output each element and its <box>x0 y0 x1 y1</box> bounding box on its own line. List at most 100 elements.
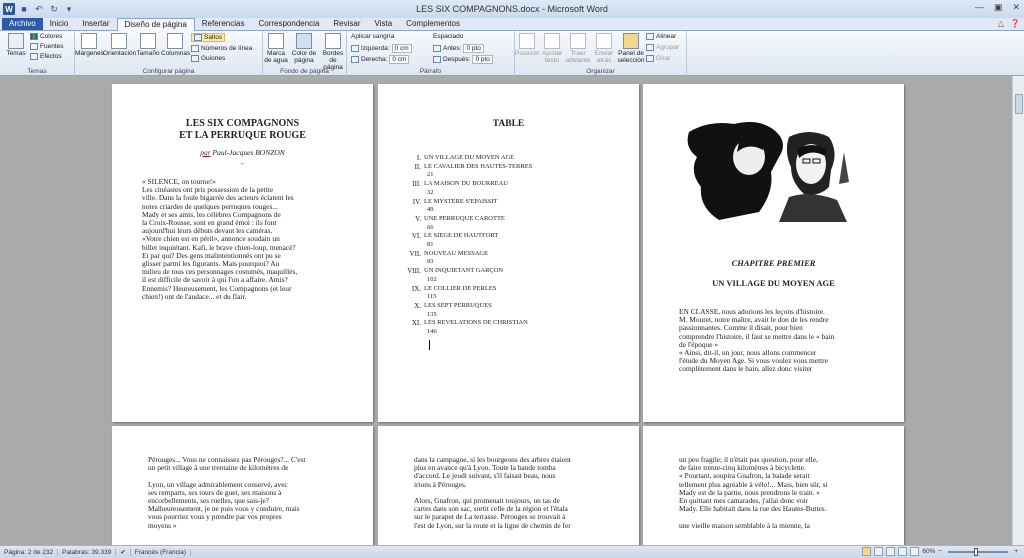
panel-de-seleccion-button[interactable]: Panel de selección <box>617 33 645 64</box>
themes-button[interactable]: Temas <box>6 33 26 57</box>
align-icon <box>646 33 654 40</box>
page-6-text: un peu fragile; il n'était pas question,… <box>679 455 869 530</box>
document-page-1[interactable]: LES SIX COMPAGNONS ET LA PERRUQUE ROUGE … <box>112 84 373 422</box>
tab-diseno-de-pagina[interactable]: Diseño de página <box>116 18 195 31</box>
document-page-4[interactable]: Pérouges... Vous ne connaissez pas Pérou… <box>112 426 373 545</box>
alinear-button[interactable]: Alinear <box>646 33 676 40</box>
tab-complementos[interactable]: Complementos <box>399 18 467 30</box>
maximize-icon[interactable]: ▣ <box>994 2 1003 13</box>
zoom-slider[interactable] <box>948 547 1009 556</box>
guiones-button[interactable]: Guiones <box>191 55 225 62</box>
efectos-button[interactable]: Efectos <box>30 53 62 60</box>
toc-number: VII. <box>409 249 421 258</box>
tab-inicio[interactable]: Inicio <box>43 18 76 30</box>
enviar-atras-button[interactable]: Enviar atrás <box>592 33 616 64</box>
zoom-slider-knob[interactable] <box>974 547 979 556</box>
toc-entry[interactable]: VI. LE SIEGE DE HAUTFORT <box>406 232 606 241</box>
ajustar-texto-button[interactable]: Ajustar texto <box>540 33 564 64</box>
document-page-5[interactable]: dans la campagne, si les bourgeons des a… <box>378 426 639 545</box>
help-icon[interactable]: ❓ <box>1010 19 1020 28</box>
view-controls: 60% − + <box>862 547 1018 556</box>
tab-referencias[interactable]: Referencias <box>195 18 252 30</box>
toc-entry[interactable]: VIII. UN INQUIETANT GARÇON <box>406 267 606 276</box>
rotate-icon <box>646 55 654 62</box>
title-bar: W ■ ↶ ↻ ▾ LES SIX COMPAGNONS.docx - Micr… <box>0 0 1024 18</box>
group-label-organizar: Organizar <box>586 68 615 75</box>
save-icon[interactable]: ■ <box>18 3 30 15</box>
book-title: LES SIX COMPAGNONS <box>185 118 300 129</box>
document-page-6[interactable]: un peu fragile; il n'était pas question,… <box>643 426 904 545</box>
girar-button[interactable]: Girar <box>646 55 670 62</box>
indent-right-input[interactable]: 0 cm <box>389 55 410 64</box>
language-indicator[interactable]: Francés (Francia) <box>131 548 192 556</box>
minimize-ribbon-icon[interactable]: △ <box>998 19 1004 28</box>
margenes-button[interactable]: Márgenes <box>75 33 104 57</box>
tab-revisar[interactable]: Revisar <box>326 18 367 30</box>
toc-entry[interactable]: XI. LES REVELATIONS DE CHRISTIAN <box>406 319 606 328</box>
numeros-de-linea-button[interactable]: Números de línea <box>191 45 252 52</box>
spacing-after-input[interactable]: 0 pto <box>472 55 493 64</box>
toc-entry[interactable]: IV. LE MYSTERE S'EPAISSIT <box>406 198 606 207</box>
close-icon[interactable]: ✕ <box>1012 2 1020 13</box>
saltos-button[interactable]: Saltos <box>191 33 226 42</box>
draft-icon[interactable] <box>910 547 920 556</box>
bordes-de-pagina-button[interactable]: Bordes de página <box>319 33 347 71</box>
full-screen-reading-icon[interactable] <box>874 547 884 556</box>
toc-entry[interactable]: VII. NOUVEAU MESSAGE <box>406 250 606 259</box>
traer-adelante-button[interactable]: Traer adelante <box>565 33 591 64</box>
document-page-3[interactable]: CHAPITRE PREMIER UN VILLAGE DU MOYEN AGE… <box>643 84 904 422</box>
group-temas: Temas Colores Fuentes Efectos Temas <box>0 31 75 76</box>
text-line: moyens » <box>148 520 177 530</box>
fuentes-button[interactable]: Fuentes <box>30 43 64 50</box>
chapter-heading: CHAPITRE PREMIER <box>731 258 816 268</box>
spacing-before-input[interactable]: 0 pto <box>463 44 484 53</box>
proofing-icon[interactable]: ✔ <box>116 548 131 556</box>
outline-icon[interactable] <box>898 547 908 556</box>
window-title: LES SIX COMPAGNONS.docx - Microsoft Word <box>416 4 608 14</box>
toc-entry[interactable]: I. UN VILLAGE DU MOYEN AGE <box>406 154 606 163</box>
document-page-2[interactable]: TABLE I. UN VILLAGE DU MOYEN AGE II. LE CAV… <box>378 84 639 422</box>
zoom-out-icon[interactable]: − <box>938 548 942 555</box>
print-layout-icon[interactable] <box>862 547 872 556</box>
toc-entry[interactable]: III. LA MAISON DU BOURREAU <box>406 180 606 189</box>
agrupar-button[interactable]: Agrupar <box>646 44 679 51</box>
toc-page-number: 32 <box>427 188 434 196</box>
tab-archivo[interactable]: Archivo <box>2 18 43 30</box>
color-de-pagina-button[interactable]: Color de página <box>290 33 318 64</box>
redo-icon[interactable]: ↻ <box>48 3 60 15</box>
marca-de-agua-button[interactable]: Marca de agua <box>263 33 289 64</box>
page-counter[interactable]: Página: 2 de 232 <box>0 548 59 556</box>
tamano-button[interactable]: Tamaño <box>136 33 160 57</box>
tab-insertar[interactable]: Insertar <box>75 18 116 30</box>
send-backward-icon <box>596 33 612 49</box>
document-canvas[interactable]: LES SIX COMPAGNONS ET LA PERRUQUE ROUGE … <box>0 76 1024 545</box>
posicion-button[interactable]: Posición <box>515 33 540 57</box>
word-logo-icon[interactable]: W <box>3 3 15 15</box>
text-cursor <box>429 340 430 350</box>
scrollbar-thumb[interactable] <box>1015 94 1023 114</box>
orientacion-button[interactable]: Orientación <box>103 33 136 57</box>
toc-page-number: 81 <box>427 241 434 249</box>
word-counter[interactable]: Palabras: 39.339 <box>58 548 117 556</box>
tab-vista[interactable]: Vista <box>368 18 400 30</box>
toc-entry[interactable]: II. LE CAVALIER DES HAUTES-TERRES <box>406 163 606 172</box>
minimize-icon[interactable]: — <box>975 2 984 13</box>
colores-button[interactable]: Colores <box>30 33 62 40</box>
toc-page-number: 49 <box>427 206 434 214</box>
indent-left-input[interactable]: 0 cm <box>391 44 412 53</box>
toc-entry[interactable]: X. LES SEPT PERRUQUES <box>406 302 606 311</box>
tab-correspondencia[interactable]: Correspondencia <box>251 18 326 30</box>
toc-entry[interactable]: V. UNE PERRUQUE CAROTTE <box>406 215 606 224</box>
page-color-icon <box>296 33 312 49</box>
toc-title: LE MYSTERE S'EPAISSIT <box>424 197 498 205</box>
zoom-in-icon[interactable]: + <box>1014 548 1018 555</box>
customize-toolbar-icon[interactable]: ▾ <box>63 3 75 15</box>
toc-number: X. <box>414 301 421 310</box>
ribbon-tabs: Archivo Inicio Insertar Diseño de página… <box>0 18 1024 31</box>
undo-icon[interactable]: ↶ <box>33 3 45 15</box>
zoom-level[interactable]: 60% <box>922 548 935 555</box>
vertical-scrollbar[interactable] <box>1012 76 1024 545</box>
toc-entry[interactable]: IX. LE COLLIER DE PERLES <box>406 285 606 294</box>
columnas-button[interactable]: Columnas <box>161 33 190 57</box>
web-layout-icon[interactable] <box>886 547 896 556</box>
